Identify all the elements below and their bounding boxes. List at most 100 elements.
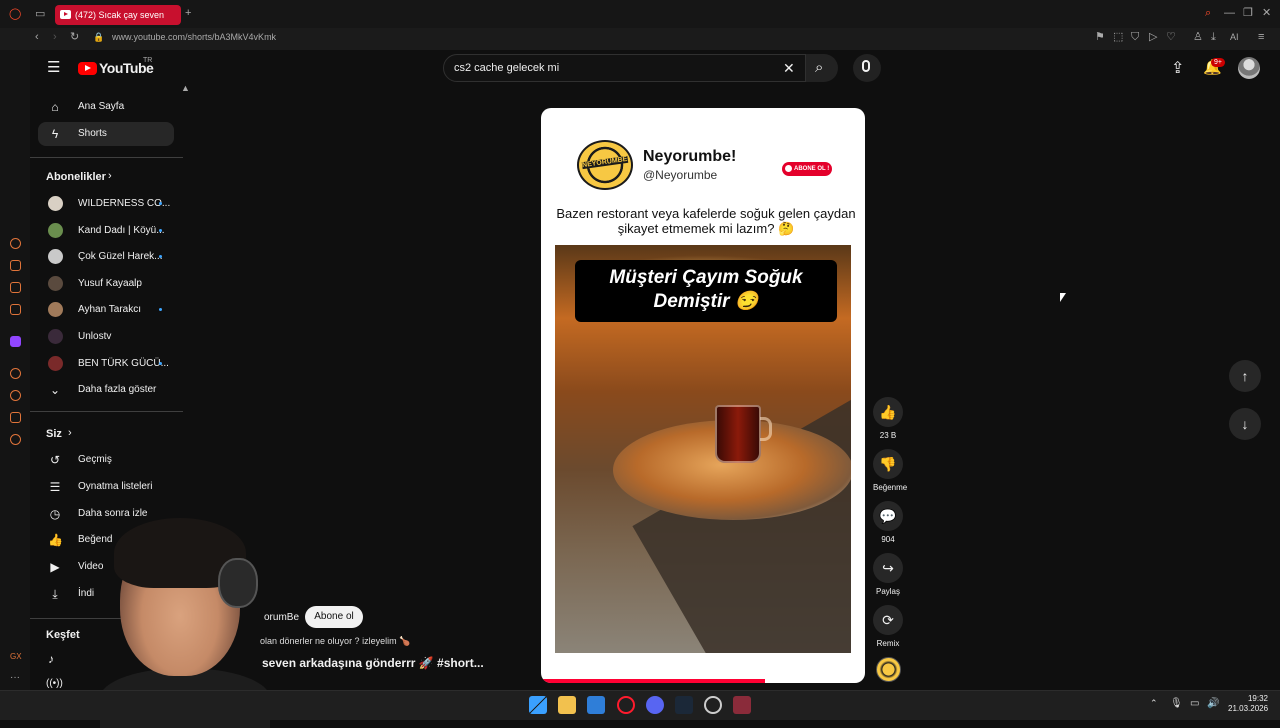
dislike-icon[interactable]: 👎 [873,449,903,479]
short-title[interactable]: seven arkadaşına gönderrr 🚀 #short... [262,656,484,670]
tab-youtube[interactable]: (472) Sıcak çay seven [55,5,181,25]
mic-tray-icon[interactable]: 🎙 [1170,698,1183,709]
sidebar-subscription[interactable]: Unlostv [38,325,174,349]
clear-search-icon[interactable]: ✕ [783,60,795,77]
live-icon[interactable]: ((•)) [46,678,63,689]
network-icon[interactable]: ▭ [1190,698,1199,709]
share-icon[interactable]: ↪ [873,553,903,583]
show-more-button[interactable]: ⌄ Daha fazla göster [38,378,174,402]
discord-icon[interactable] [646,696,664,714]
comment-icon[interactable]: 💬 [873,501,903,531]
subscriptions-title[interactable]: Abonelikler [46,171,106,183]
heart-icon[interactable]: ♡ [1166,32,1176,43]
youtube-logo-icon[interactable] [78,62,97,75]
avatar[interactable] [1238,57,1260,79]
ai-button[interactable]: AI [1230,32,1239,43]
app-icon[interactable] [733,696,751,714]
close-window-icon[interactable]: ✕ [1262,8,1271,19]
like-icon[interactable]: 👍 [873,397,903,427]
sidebar-subscription[interactable]: BEN TÜRK GÜCÜ... [38,352,174,376]
opera-logo-icon[interactable]: ◯ [9,9,21,20]
previous-short-button[interactable]: ↑ [1229,360,1261,392]
share-action[interactable]: ↪ Paylaş [873,553,903,596]
comments-action[interactable]: 💬 904 [873,501,903,544]
sidebar-subscription[interactable]: Yusuf Kayaalp [38,272,174,296]
youtube-favicon-icon [60,10,71,19]
twitch-icon[interactable] [10,336,21,347]
gx-icon[interactable]: GX [10,652,22,661]
forward-icon[interactable]: › [53,32,57,43]
tray-expand-icon[interactable]: ⌃ [1150,698,1158,709]
rail-app-icon[interactable] [10,368,21,379]
tea-glass-handle [760,417,772,441]
remix-action[interactable]: ⟳ Remix [873,605,903,648]
chevron-down-icon: ⌄ [49,383,61,397]
chevron-right-icon[interactable]: › [68,427,72,439]
channel-avatar [48,356,63,371]
search-button[interactable]: ⌕ [806,54,838,82]
more-icon[interactable]: ··· [10,672,20,683]
rail-app-icon[interactable] [10,390,21,401]
rail-app-icon[interactable] [10,412,21,423]
comment-count: 904 [881,535,895,544]
system-clock[interactable]: 19:32 21.03.2026 [1228,694,1268,714]
volume-icon[interactable]: 🔊 [1207,698,1219,709]
next-short-button[interactable]: ↓ [1229,408,1261,440]
video-frame[interactable]: Müşteri Çayım Soğuk Demiştir 😏 [555,245,851,653]
rail-app-icon[interactable] [10,260,21,271]
rail-app-icon[interactable] [10,282,21,293]
new-tab-icon[interactable]: + [185,8,191,19]
search-tabs-icon[interactable]: ⌕ [1205,8,1211,19]
bookmark-icon[interactable]: ⚑ [1095,32,1105,43]
sidebar-item-playlists[interactable]: ☰ Oynatma listeleri [38,475,174,499]
you-section-title[interactable]: Siz [46,428,62,440]
short-channel-name[interactable]: orumBe [264,612,299,623]
voice-search-button[interactable] [853,54,881,82]
subscribe-button[interactable]: Abone ol [305,606,363,628]
downloads-icon[interactable]: ⤓ [1211,32,1216,43]
chevron-right-icon[interactable]: › [108,170,112,182]
sound-disc-icon[interactable] [876,657,901,682]
sidebar-item-history[interactable]: ↺ Geçmiş [38,448,174,472]
hamburger-menu-icon[interactable]: ☰ [47,60,60,75]
sidebar-item-home[interactable]: ⌂ Ana Sayfa [38,95,174,119]
url-field[interactable]: www.youtube.com/shorts/bA3MkV4vKmk [112,32,276,42]
workspace-icon[interactable]: ▭ [35,9,45,20]
new-content-dot [159,229,162,232]
player-icon[interactable]: ▷ [1149,32,1157,43]
short-video-card[interactable]: NEYORUMBE! Neyorumbe! @Neyorumbe ABONE O… [541,108,865,683]
obs-icon[interactable] [704,696,722,714]
search-icon: ⌕ [815,59,824,76]
shield-icon[interactable]: ⛉ [1131,32,1139,43]
photos-icon[interactable] [587,696,605,714]
minimize-icon[interactable]: — [1224,8,1235,19]
like-action[interactable]: 👍 23 B [873,397,903,440]
rail-app-icon[interactable] [10,304,21,315]
steam-icon[interactable] [675,696,693,714]
remix-icon[interactable]: ⟳ [873,605,903,635]
menu-icon[interactable]: ≡ [1258,32,1264,43]
video-progress-bar[interactable] [541,679,765,683]
opera-gx-icon[interactable] [617,696,635,714]
file-explorer-icon[interactable] [558,696,576,714]
sidebar-subscription[interactable]: Kand Dadı | Köyü... [38,219,174,243]
reload-icon[interactable]: ↻ [70,32,79,43]
windows-start-icon[interactable] [529,696,547,714]
back-icon[interactable]: ‹ [35,32,39,43]
scroll-up-icon[interactable]: ▲ [181,83,190,93]
dislike-action[interactable]: 👎 Beğenme [873,449,907,492]
sidebar-subscription[interactable]: Çok Güzel Harek... [38,245,174,269]
lock-icon: 🔒 [93,32,105,42]
snapshot-icon[interactable]: ⬚ [1113,32,1123,43]
upload-icon[interactable]: ⇪ [1171,58,1184,78]
maximize-icon[interactable]: ❐ [1243,8,1253,19]
music-icon[interactable]: ♪ [48,652,54,666]
settings-icon[interactable] [10,434,21,445]
sidebar-item-shorts[interactable]: ϟ Shorts [38,122,174,146]
channel-avatar [48,302,63,317]
search-query[interactable]: cs2 cache gelecek mi [454,62,559,74]
sidebar-subscription[interactable]: Ayhan Tarakcı [38,298,174,322]
rail-app-icon[interactable] [10,238,21,249]
sidebar-subscription[interactable]: WILDERNESS CO... [38,192,174,216]
profile-icon[interactable]: ♙ [1193,32,1203,43]
